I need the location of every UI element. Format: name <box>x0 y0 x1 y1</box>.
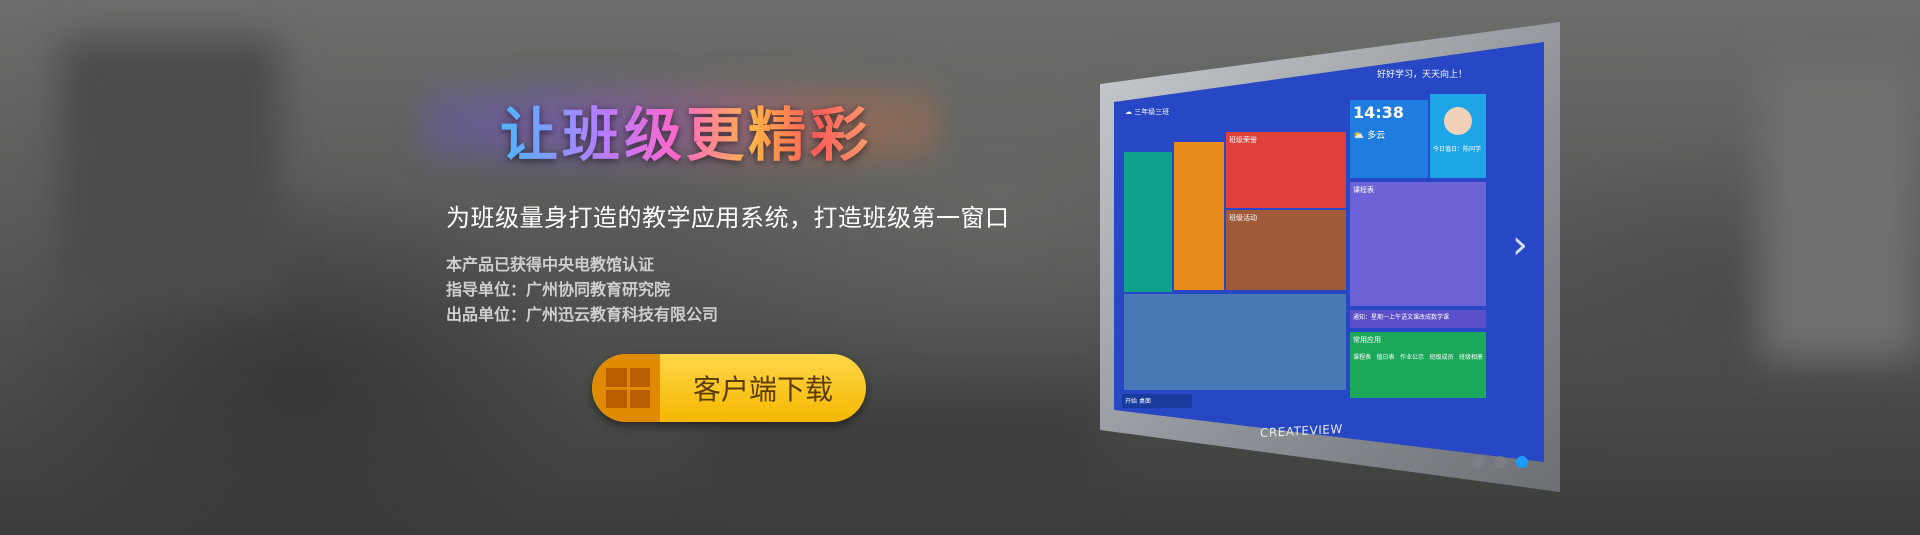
windows-icon <box>592 354 660 422</box>
bg-blob <box>60 40 280 300</box>
weather-label: ⛅ 多云 <box>1353 131 1386 141</box>
info-guidance: 指导单位：广州协同教育研究院 <box>446 280 671 299</box>
bg-blob <box>1760 60 1920 360</box>
next-arrow-icon[interactable]: › <box>1512 222 1528 268</box>
monitor-display: ☁ 三年级三班 好好学习，天天向上！ 班级荣誉 班级活动 14:38 ⛅ 多云 … <box>1100 22 1560 492</box>
duty-today: 今日值日：陈同学 <box>1433 146 1482 153</box>
tile-schedule[interactable]: 课程表 <box>1350 182 1486 306</box>
carousel-dot-1[interactable] <box>1472 456 1484 468</box>
hero-info: 本产品已获得中央电教馆认证 指导单位：广州协同教育研究院 出品单位：广州迅云教育… <box>446 252 718 327</box>
download-client-button[interactable]: 客户端下载 <box>592 354 866 422</box>
monitor-screen: ☁ 三年级三班 好好学习，天天向上！ 班级荣誉 班级活动 14:38 ⛅ 多云 … <box>1114 42 1544 462</box>
start-button[interactable]: 开始 <box>1125 398 1137 405</box>
carousel-dot-2[interactable] <box>1494 456 1506 468</box>
info-producer: 出品单位：广州迅云教育科技有限公司 <box>446 305 719 324</box>
app-homework[interactable]: 作业公示 <box>1400 353 1424 362</box>
cloud-icon: ☁ <box>1125 108 1132 116</box>
app-members[interactable]: 班级成员 <box>1429 353 1453 362</box>
app-album[interactable]: 班级相册 <box>1459 353 1483 362</box>
hero-subtitle: 为班级量身打造的教学应用系统，打造班级第一窗口 <box>446 204 1010 232</box>
tile-activity[interactable]: 班级活动 <box>1226 210 1346 290</box>
tile-clock: 14:38 ⛅ 多云 <box>1350 100 1428 178</box>
tile-students[interactable] <box>1174 142 1224 290</box>
tile-notice: 通知：星期一上午语文课改成数学课 <box>1350 310 1486 328</box>
hero-title: 让班级更精彩 <box>500 88 872 172</box>
weather-icon: ⛅ <box>1353 131 1365 141</box>
activity-title: 班级活动 <box>1229 214 1257 222</box>
apps-title: 常用应用 <box>1353 336 1381 344</box>
background-blurred-classroom <box>0 0 1920 535</box>
avatar <box>1444 107 1472 135</box>
taskbar: 开始 桌面 <box>1122 394 1192 408</box>
carousel-dots <box>1472 456 1528 468</box>
school-name: 三年级三班 <box>1134 108 1170 116</box>
schedule-title: 课程表 <box>1353 186 1374 194</box>
slogan: 好好学习，天天向上！ <box>1377 70 1468 80</box>
notice-text: 通知：星期一上午语文课改成数学课 <box>1353 314 1450 321</box>
desktop-button[interactable]: 桌面 <box>1139 398 1151 405</box>
app-duty[interactable]: 值日表 <box>1376 353 1394 362</box>
tile-photos[interactable] <box>1124 294 1346 390</box>
carousel-dot-3[interactable] <box>1516 456 1528 468</box>
download-label: 客户端下载 <box>692 373 833 406</box>
info-certification: 本产品已获得中央电教馆认证 <box>446 255 655 274</box>
tile-honor[interactable]: 班级荣誉 <box>1226 132 1346 208</box>
tile-avatar[interactable]: 今日值日：陈同学 <box>1430 94 1486 178</box>
tile-notices[interactable] <box>1124 152 1172 292</box>
tile-apps[interactable]: 常用应用 课程表 值日表 作业公示 班级成员 班级相册 <box>1350 332 1486 398</box>
app-schedule[interactable]: 课程表 <box>1353 353 1371 362</box>
honor-title: 班级荣誉 <box>1229 136 1257 144</box>
school-header: ☁ 三年级三班 <box>1122 104 1272 134</box>
clock-time: 14:38 <box>1353 103 1404 122</box>
